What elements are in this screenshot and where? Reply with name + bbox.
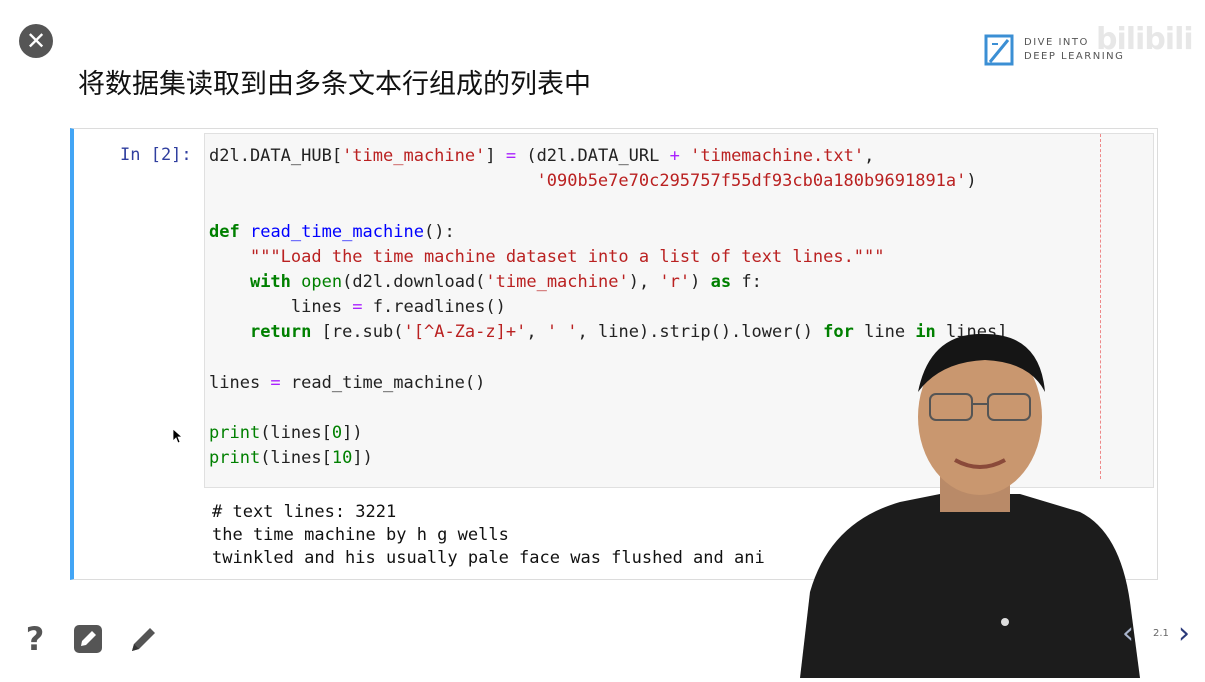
svg-text:?: ? bbox=[26, 622, 45, 656]
output-line: the time machine by h g wells bbox=[212, 525, 509, 545]
close-icon[interactable]: ✕ bbox=[19, 24, 53, 58]
bilibili-watermark: bilibili bbox=[1096, 22, 1194, 57]
chevron-right-icon[interactable]: › bbox=[1178, 616, 1190, 651]
question-icon[interactable]: ? bbox=[18, 620, 52, 658]
mouse-cursor-icon bbox=[172, 428, 182, 444]
page-number: 2.1 bbox=[1153, 628, 1169, 639]
cell-output: # text lines: 3221 the time machine by h … bbox=[212, 501, 765, 570]
pencil-icon[interactable] bbox=[127, 620, 161, 658]
edit-box-icon[interactable] bbox=[71, 620, 105, 658]
cell-prompt: In [2]: bbox=[120, 145, 192, 165]
presenter-video bbox=[790, 322, 1150, 678]
chevron-left-icon[interactable]: ‹ bbox=[1122, 616, 1134, 651]
output-line: # text lines: 3221 bbox=[212, 502, 397, 522]
output-line: twinkled and his usually pale face was f… bbox=[212, 548, 765, 568]
d2l-logo-icon bbox=[984, 34, 1014, 66]
slide-title: 将数据集读取到由多条文本行组成的列表中 bbox=[78, 69, 591, 100]
